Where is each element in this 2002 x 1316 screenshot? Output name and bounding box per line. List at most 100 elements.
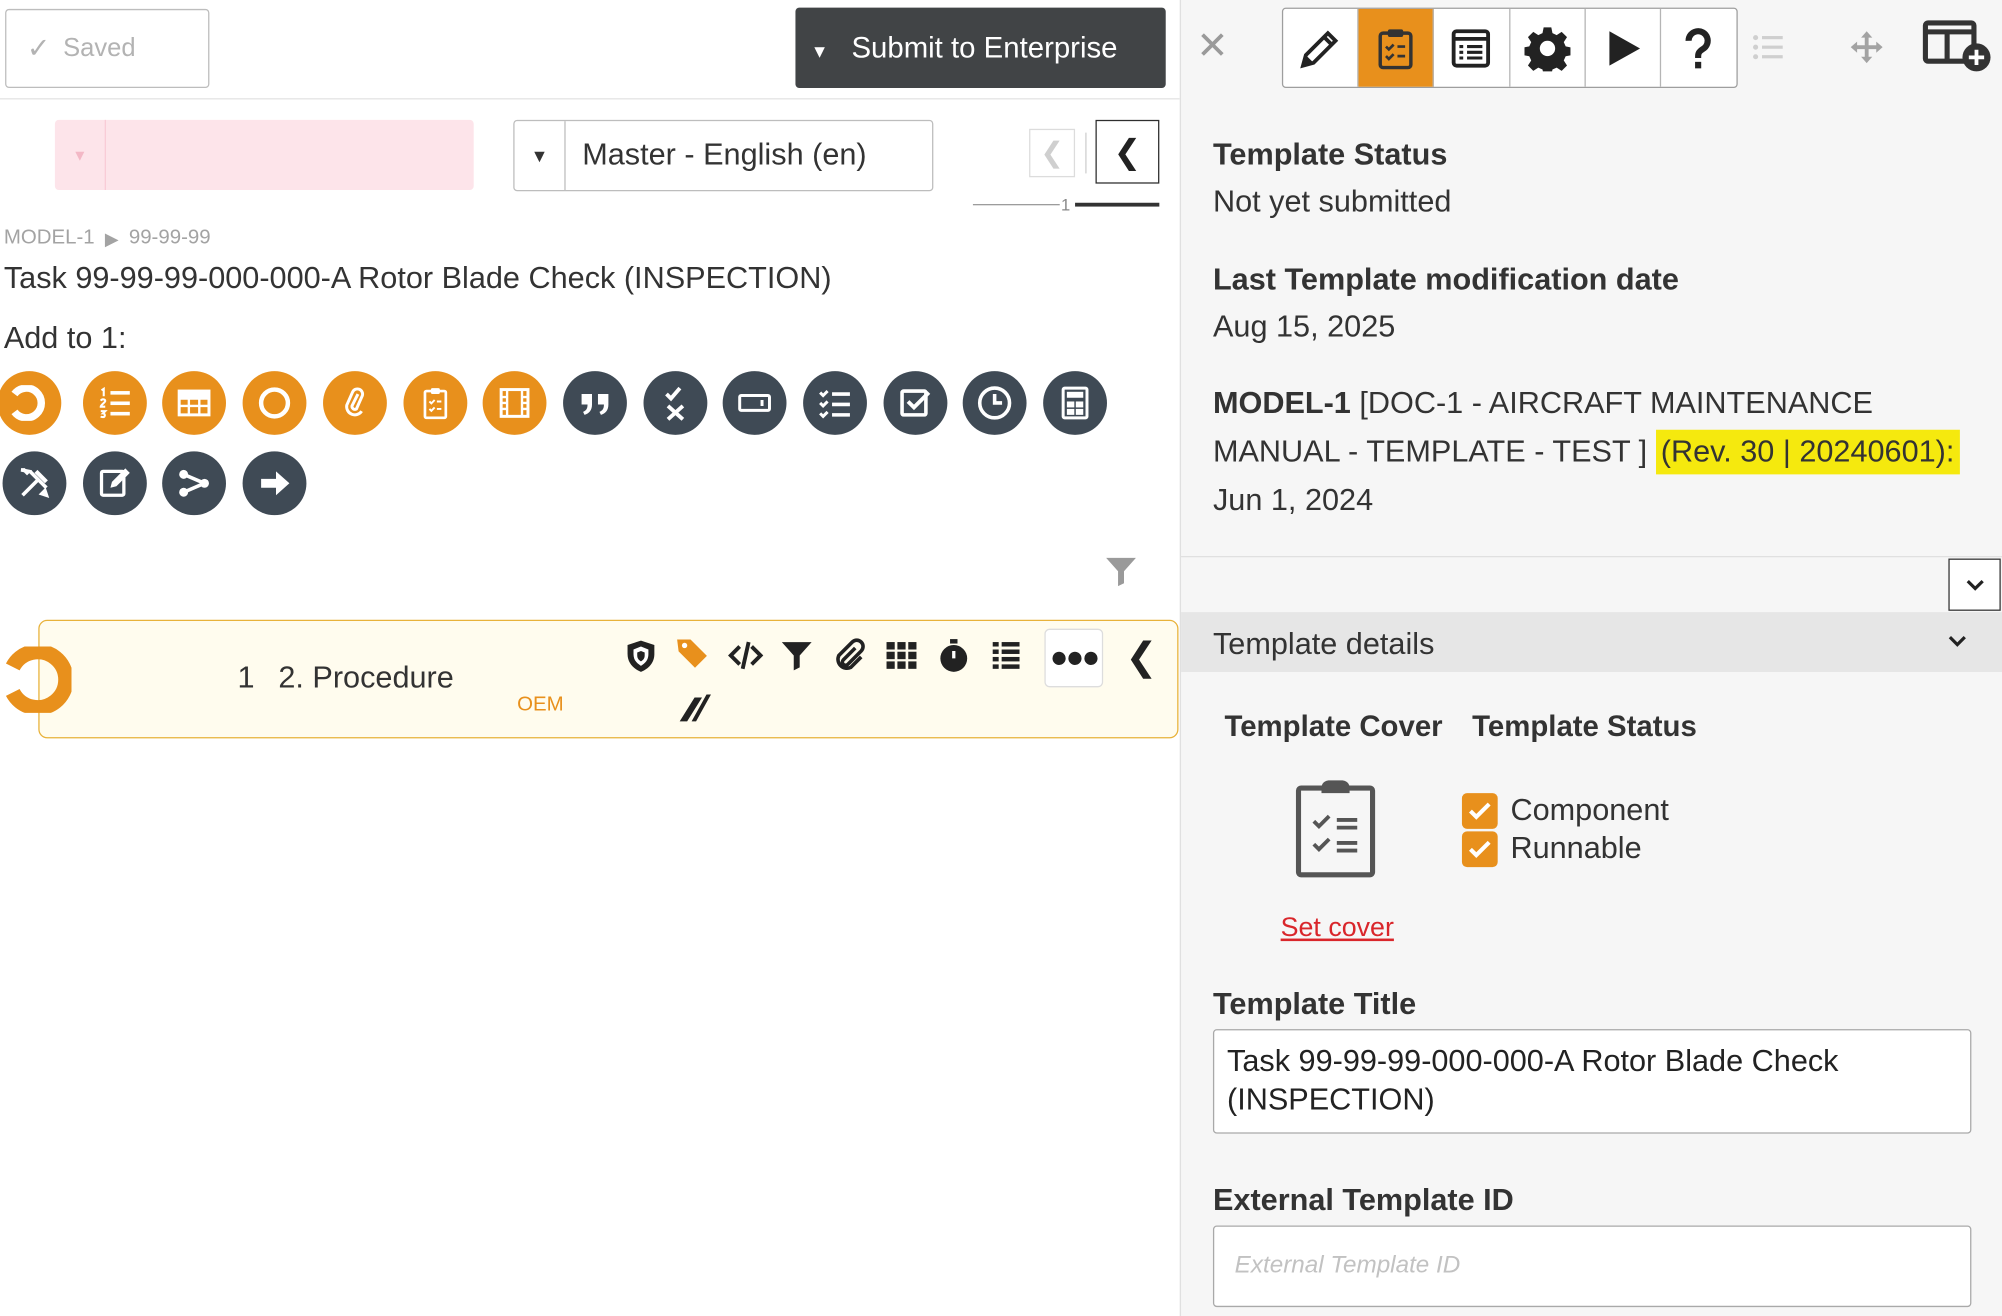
template-title-label: Template Title bbox=[1212, 987, 1417, 1022]
saved-status-button[interactable]: ✓ Saved bbox=[5, 8, 210, 88]
previous-page-button[interactable]: ❮ bbox=[1029, 128, 1076, 178]
row-collapse-button[interactable]: ❮ bbox=[1124, 635, 1160, 678]
checkmark-icon bbox=[1468, 840, 1491, 859]
procedure-number: 1 bbox=[237, 660, 255, 695]
table-add-button[interactable] bbox=[162, 371, 227, 435]
cover-label: Template Cover bbox=[1224, 709, 1443, 743]
edit-signoff-icon bbox=[97, 465, 133, 501]
add-to-label: Add to 1: bbox=[3, 321, 127, 356]
language-select[interactable]: ▼ Master - English (en) bbox=[513, 119, 934, 192]
code-icon[interactable] bbox=[725, 635, 766, 676]
checkmark-icon: ✓ bbox=[26, 31, 51, 64]
clipboard-checklist-add-button[interactable] bbox=[402, 371, 467, 435]
step-ring-add-button[interactable] bbox=[0, 371, 62, 435]
invalid-select-field[interactable]: ▼ bbox=[54, 119, 474, 191]
checkbox-add-button[interactable] bbox=[883, 371, 947, 435]
document-view-button[interactable] bbox=[1434, 8, 1510, 87]
more-options-button[interactable]: ●●● bbox=[1044, 628, 1104, 688]
language-value: Master - English (en) bbox=[582, 137, 867, 173]
flag-runnable[interactable]: Runnable bbox=[1461, 831, 1642, 868]
checkbox-checked[interactable] bbox=[1461, 793, 1498, 829]
ellipsis-icon: ●●● bbox=[1049, 640, 1100, 675]
list-icon[interactable] bbox=[1749, 28, 1787, 66]
tags-icon[interactable] bbox=[672, 632, 713, 673]
edit-pencil-button[interactable] bbox=[1283, 8, 1359, 87]
clipboard-checklist-icon bbox=[1378, 28, 1413, 69]
step-ring-icon bbox=[11, 385, 47, 421]
circle-icon bbox=[257, 385, 293, 421]
chevron-left-icon: ❮ bbox=[1113, 131, 1142, 171]
share-branch-icon bbox=[177, 465, 213, 501]
procedure-source-badge: OEM bbox=[517, 693, 564, 716]
clipboard-checklist-icon bbox=[417, 385, 453, 421]
submit-to-enterprise-button[interactable]: ▼ Submit to Enterprise bbox=[795, 7, 1166, 88]
question-icon bbox=[1686, 27, 1712, 68]
page-track-line bbox=[972, 204, 1060, 206]
grid-icon[interactable] bbox=[881, 635, 922, 676]
attachment-add-button[interactable] bbox=[322, 371, 387, 435]
chevron-down-icon bbox=[1948, 636, 1966, 647]
sidebar-toolbar bbox=[1281, 7, 1738, 88]
filter-icon[interactable] bbox=[1103, 553, 1139, 589]
page-number: 1 bbox=[1061, 195, 1071, 215]
model-name: MODEL-1 bbox=[1212, 386, 1351, 421]
breadcrumb-item[interactable]: MODEL-1 bbox=[4, 227, 95, 250]
shield-icon[interactable] bbox=[621, 635, 662, 676]
run-button[interactable] bbox=[1585, 8, 1661, 87]
edit-signoff-add-button[interactable] bbox=[82, 451, 147, 516]
clipboard-checklist-icon bbox=[1295, 780, 1376, 878]
template-title-input[interactable]: Task 99-99-99-000-000-A Rotor Blade Chec… bbox=[1212, 1029, 1972, 1134]
flag-label: Runnable bbox=[1510, 831, 1642, 866]
paperclip-icon[interactable] bbox=[827, 635, 868, 676]
expand-toggle-button[interactable] bbox=[1948, 558, 2001, 611]
move-arrows-icon[interactable] bbox=[1848, 28, 1886, 66]
collapse-panel-button[interactable]: ❮ bbox=[1095, 119, 1160, 184]
tools-add-button[interactable] bbox=[2, 451, 67, 516]
clock-icon bbox=[977, 385, 1013, 421]
divider bbox=[1181, 555, 2002, 558]
calculator-add-button[interactable] bbox=[1043, 371, 1108, 435]
check-x-add-button[interactable] bbox=[642, 371, 707, 435]
checklist-add-button[interactable] bbox=[803, 371, 867, 435]
quote-add-button[interactable] bbox=[562, 371, 627, 435]
clock-add-button[interactable] bbox=[963, 371, 1028, 435]
flag-component[interactable]: Component bbox=[1461, 793, 1669, 829]
filter-icon[interactable] bbox=[776, 635, 817, 676]
layout-add-icon[interactable] bbox=[1922, 18, 1996, 77]
template-details-button[interactable] bbox=[1358, 8, 1435, 87]
external-id-label: External Template ID bbox=[1212, 1183, 1514, 1218]
list-stack-icon[interactable] bbox=[986, 635, 1027, 676]
checkbox-checked[interactable] bbox=[1461, 831, 1498, 868]
arrow-right-icon bbox=[257, 465, 293, 501]
input-field-add-button[interactable] bbox=[723, 371, 787, 435]
procedure-title[interactable]: 2. Procedure bbox=[278, 661, 453, 697]
external-id-input[interactable] bbox=[1212, 1225, 1972, 1308]
drag-handle-icon[interactable] bbox=[674, 686, 715, 727]
share-branch-add-button[interactable] bbox=[162, 451, 227, 516]
checklist-icon bbox=[817, 385, 853, 421]
caret-down-icon: ▼ bbox=[810, 40, 829, 61]
numbered-list-add-button[interactable] bbox=[82, 371, 147, 435]
editor-panel: ✓ Saved ▼ Submit to Enterprise ▼ ▼ Maste… bbox=[0, 0, 1180, 1316]
page-track-active bbox=[1075, 202, 1160, 207]
numbered-list-icon bbox=[97, 385, 133, 421]
stopwatch-icon[interactable] bbox=[933, 635, 974, 676]
close-icon[interactable]: ✕ bbox=[1196, 27, 1228, 66]
breadcrumb-arrow-icon: ▶ bbox=[104, 227, 119, 249]
circle-add-button[interactable] bbox=[242, 371, 307, 435]
breadcrumb-item[interactable]: 99-99-99 bbox=[129, 227, 211, 250]
film-add-button[interactable] bbox=[482, 371, 547, 435]
help-button[interactable] bbox=[1661, 9, 1737, 87]
checkmark-icon bbox=[1468, 802, 1491, 820]
status-value: Not yet submitted bbox=[1212, 184, 1452, 220]
mod-date-label: Last Template modification date bbox=[1212, 262, 1679, 298]
submit-label: Submit to Enterprise bbox=[851, 30, 1118, 64]
film-icon bbox=[497, 385, 533, 421]
chevron-left-icon: ❮ bbox=[1040, 136, 1064, 169]
template-details-header[interactable]: Template details bbox=[1181, 612, 2002, 673]
arrow-right-add-button[interactable] bbox=[242, 451, 307, 516]
attachment-icon bbox=[337, 385, 373, 421]
settings-button[interactable] bbox=[1510, 8, 1586, 87]
set-cover-link[interactable]: Set cover bbox=[1281, 913, 1394, 944]
status-label: Template Status bbox=[1212, 137, 1448, 173]
